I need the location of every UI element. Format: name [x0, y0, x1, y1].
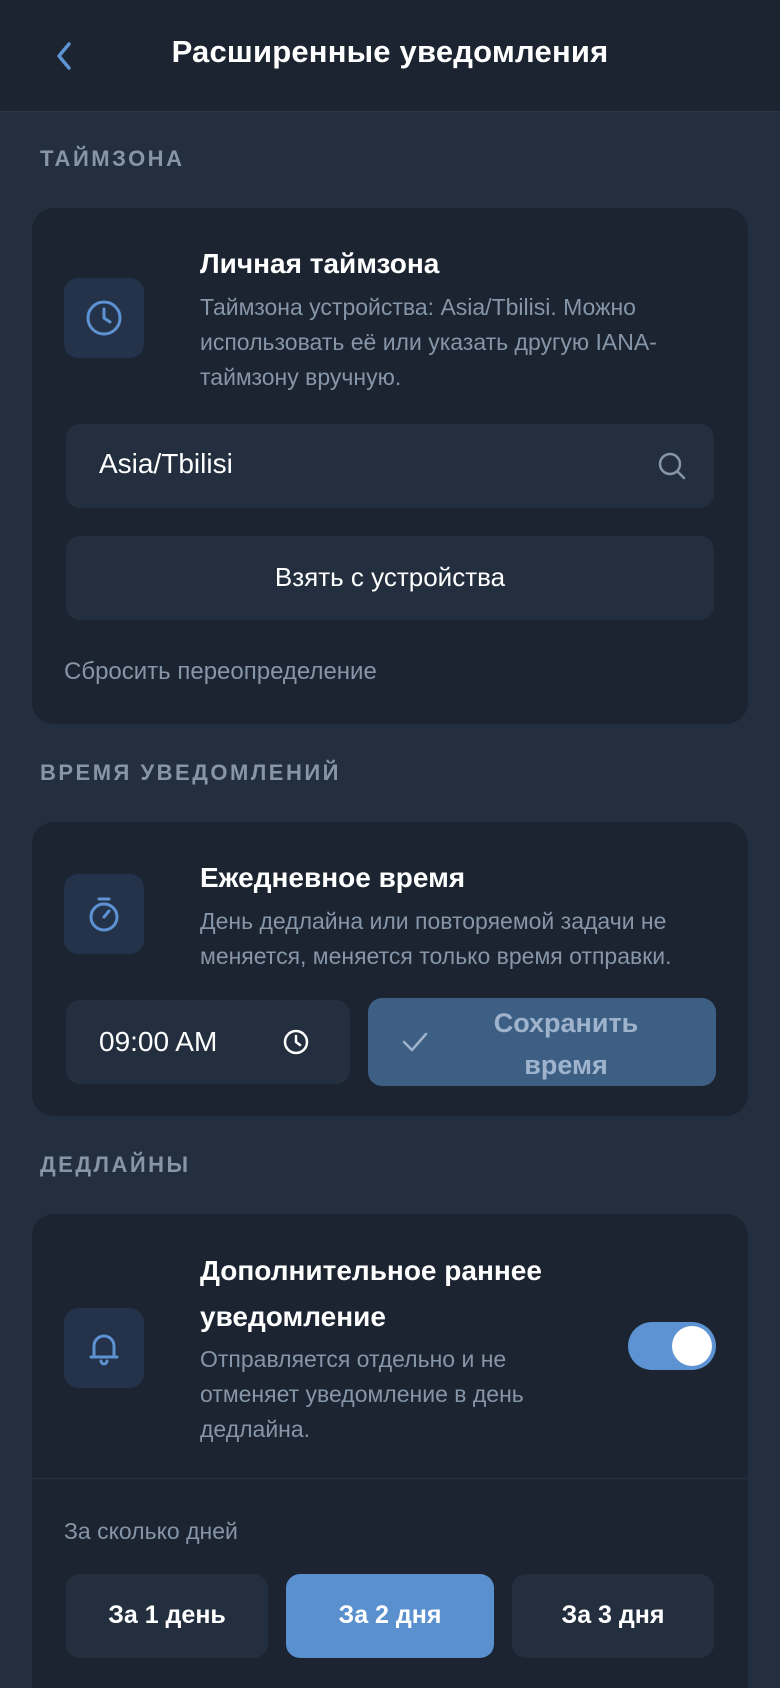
- use-device-timezone-button[interactable]: Взять с устройства: [66, 536, 714, 620]
- save-time-button[interactable]: Сохранить время: [368, 998, 716, 1086]
- time-value: 09:00 AM: [99, 1026, 218, 1057]
- save-time-label: Сохранить время: [493, 1008, 639, 1080]
- timezone-description: Таймзона устройства: Asia/Tbilisi. Можно…: [200, 294, 657, 390]
- notification-time-description: День дедлайна или повторяемой задачи не …: [200, 908, 672, 969]
- card-title-daily-time: Ежедневное время: [200, 862, 466, 893]
- deadlines-icon-tile: [64, 1308, 144, 1388]
- day-option-3-label: За 3 дня: [561, 1601, 665, 1629]
- notification-time-card: Ежедневное время День дедлайна или повто…: [32, 822, 748, 1116]
- day-option-2[interactable]: За 2 дня: [286, 1574, 494, 1658]
- timezone-card: Личная таймзона Таймзона устройства: Asi…: [32, 208, 748, 724]
- use-device-timezone-label: Взять с устройства: [274, 562, 506, 592]
- section-label-notification-time: ВРЕМЯ УВЕДОМЛЕНИЙ: [40, 760, 341, 785]
- stopwatch-icon: [89, 897, 119, 932]
- card-title-personal-timezone: Личная таймзона: [200, 248, 440, 279]
- card-title-early-notification: Дополнительное раннее уведомление: [200, 1255, 542, 1332]
- timezone-icon-tile: [64, 278, 144, 358]
- early-notification-toggle[interactable]: [628, 1322, 716, 1370]
- time-clock-icon: [283, 1029, 309, 1055]
- page-title: Расширенные уведомления: [171, 34, 609, 69]
- checkmark-icon: [402, 1032, 428, 1052]
- search-icon[interactable]: [656, 450, 688, 482]
- section-label-deadlines: ДЕДЛАЙНЫ: [40, 1152, 191, 1177]
- timezone-input-value: Asia/Tbilisi: [99, 448, 233, 479]
- days-label: За сколько дней: [64, 1518, 238, 1544]
- card-divider: [32, 1478, 748, 1479]
- top-bar: Расширенные уведомления: [0, 0, 780, 112]
- section-label-timezone: ТАЙМЗОНА: [40, 146, 185, 171]
- timezone-input[interactable]: Asia/Tbilisi: [66, 424, 714, 508]
- early-notification-description: Отправляется отдельно и не отменяет увед…: [200, 1346, 524, 1442]
- time-picker-field[interactable]: 09:00 AM: [66, 1000, 350, 1084]
- day-option-1-label: За 1 день: [108, 1601, 226, 1629]
- notification-time-icon-tile: [64, 874, 144, 954]
- bell-icon: [89, 1334, 119, 1366]
- toggle-knob: [672, 1326, 712, 1366]
- clock-icon: [86, 300, 122, 336]
- day-option-1[interactable]: За 1 день: [66, 1574, 268, 1658]
- day-option-3[interactable]: За 3 дня: [512, 1574, 714, 1658]
- reset-override-link[interactable]: Сбросить переопределение: [64, 658, 377, 686]
- day-option-2-label: За 2 дня: [338, 1601, 442, 1629]
